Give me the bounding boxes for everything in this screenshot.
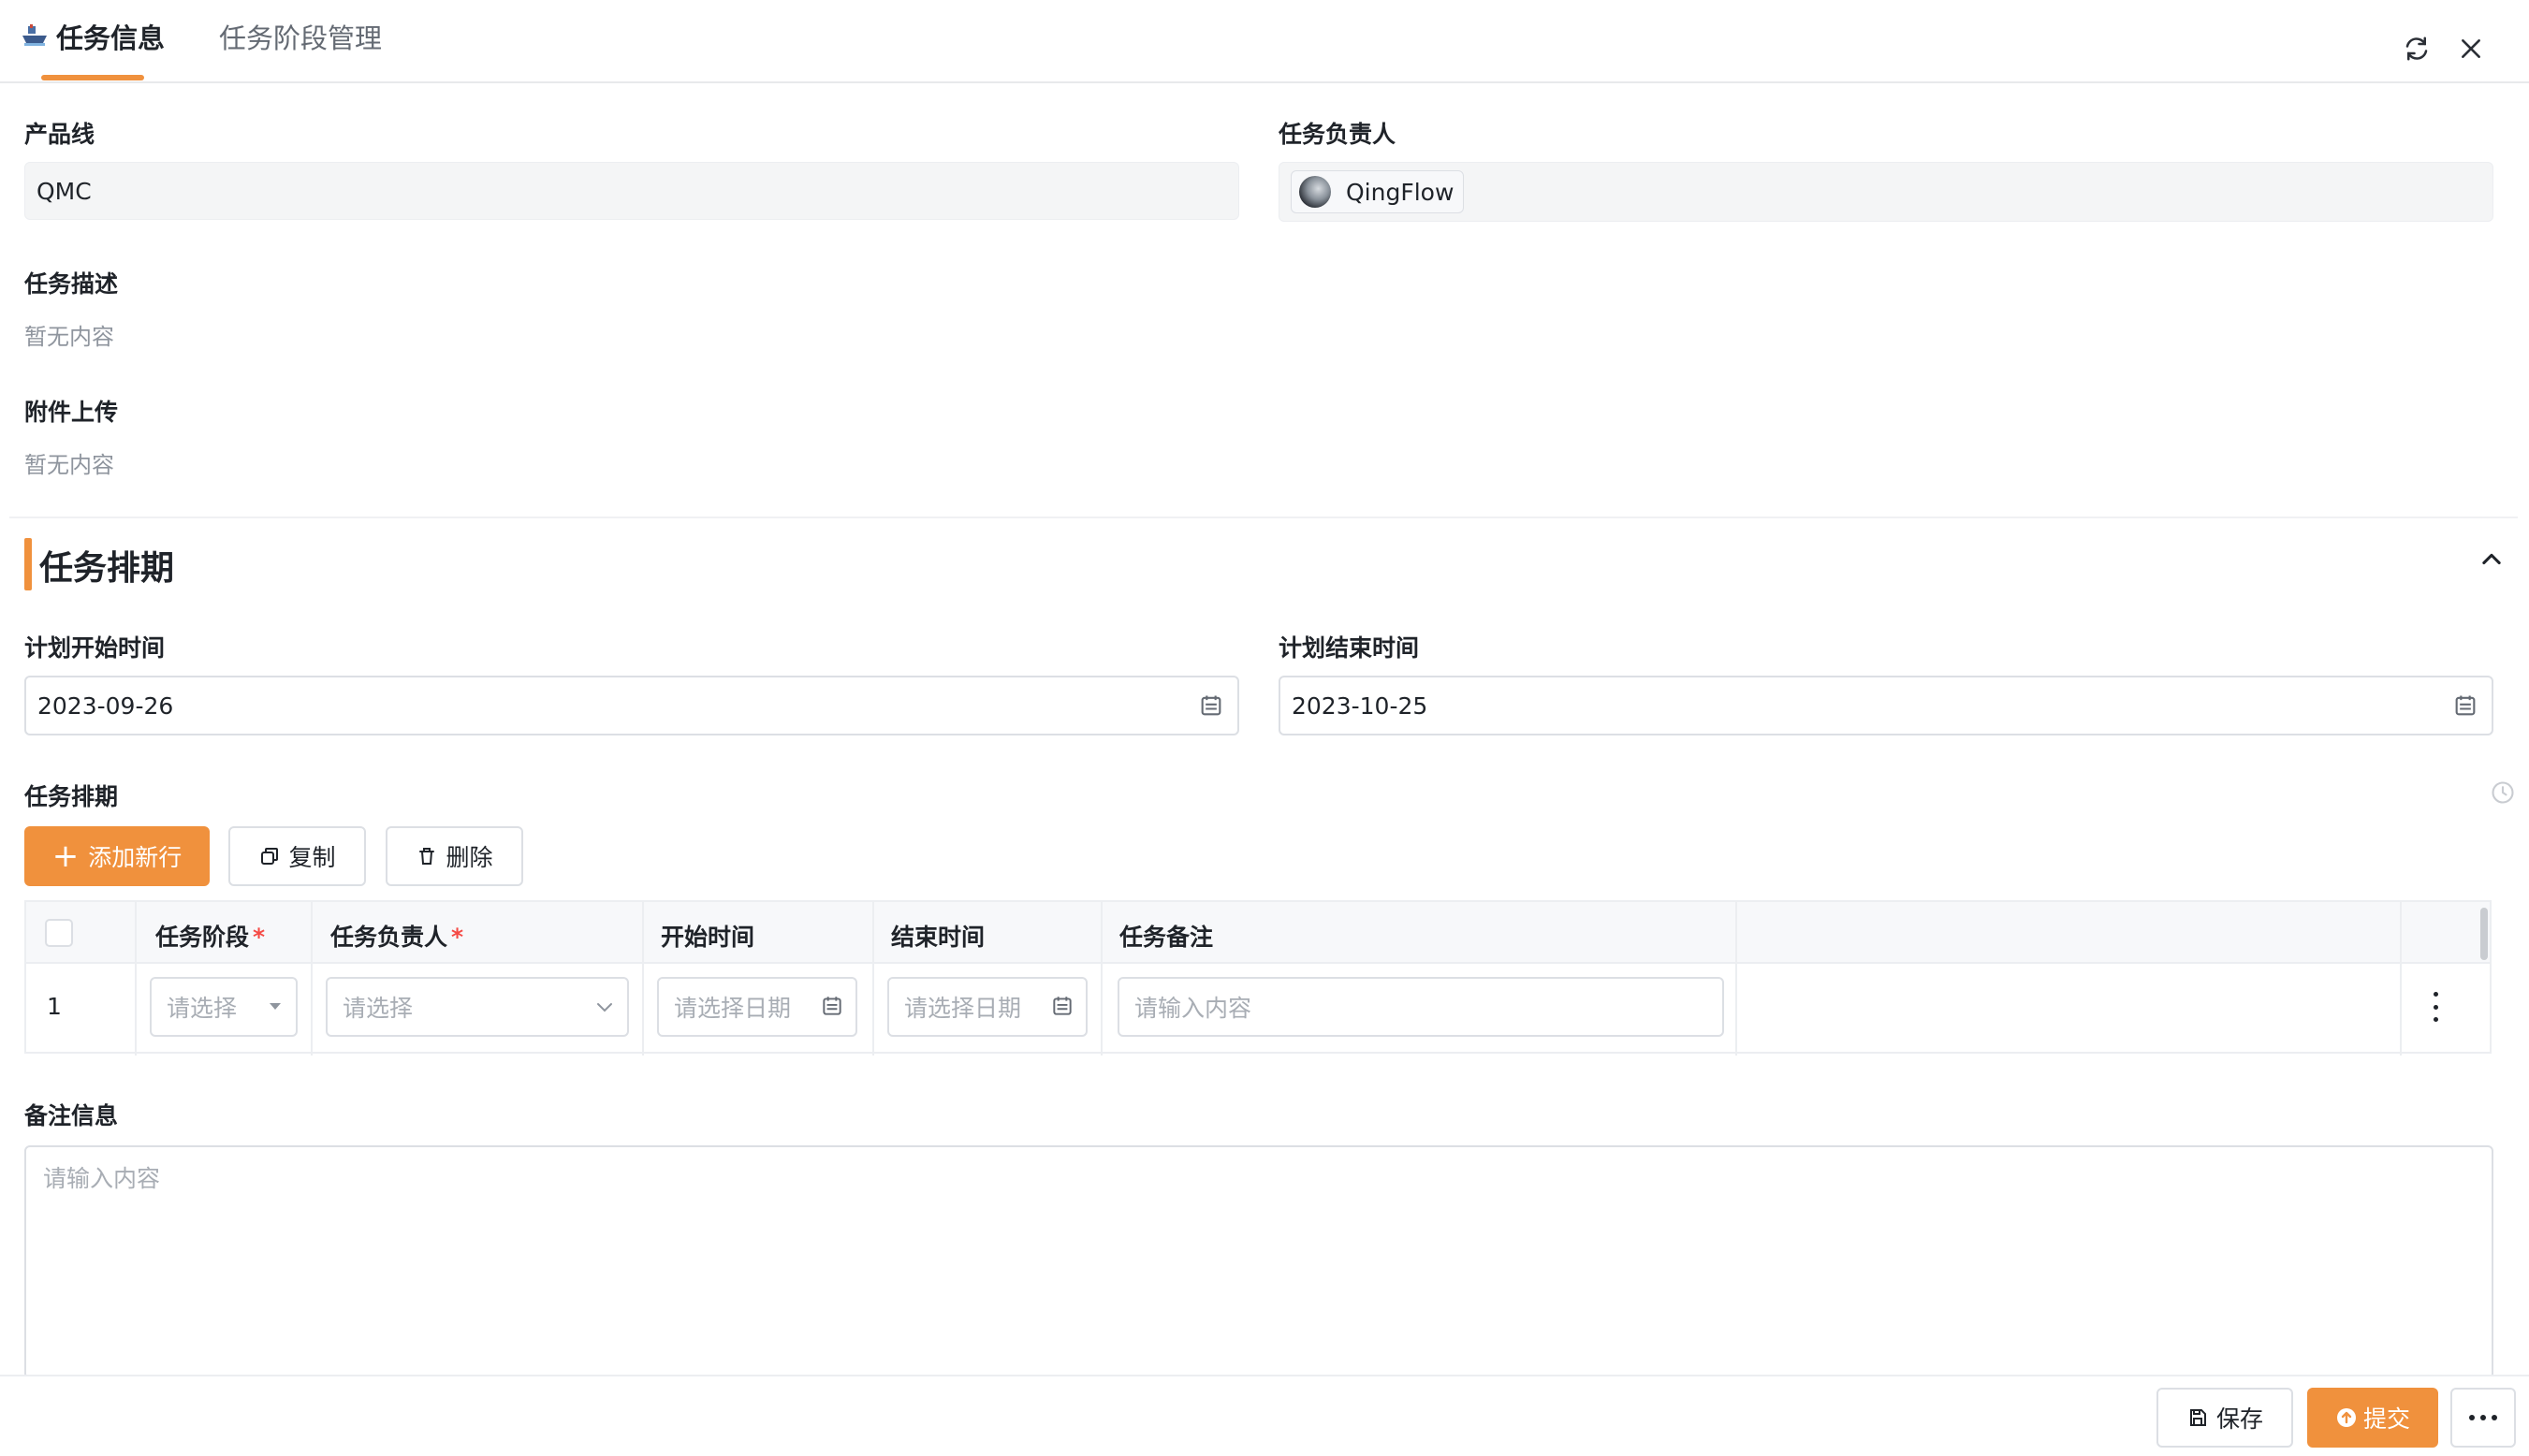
product-line-text: QMC xyxy=(37,177,92,205)
plan-start-label: 计划开始时间 xyxy=(24,634,166,662)
column-divider xyxy=(2400,902,2402,1056)
row-more-icon[interactable] xyxy=(2422,992,2449,1022)
end-placeholder: 请选择日期 xyxy=(904,995,1022,1022)
copy-button[interactable]: 复制 xyxy=(228,826,366,886)
delete-label: 删除 xyxy=(446,844,493,871)
copy-label: 复制 xyxy=(288,844,336,871)
column-divider xyxy=(872,902,874,1056)
calendar-icon xyxy=(2452,692,2478,724)
footer-bar: 保存 提交 xyxy=(0,1375,2529,1456)
start-placeholder: 请选择日期 xyxy=(674,995,792,1022)
add-row-label: 添加新行 xyxy=(88,844,183,871)
plan-start-value: 2023-09-26 xyxy=(37,692,174,720)
column-divider xyxy=(311,902,313,1056)
remark-label: 备注信息 xyxy=(24,1102,119,1129)
column-start: 开始时间 xyxy=(661,924,755,951)
remark-textarea[interactable]: 请输入内容 xyxy=(24,1145,2493,1379)
close-icon[interactable] xyxy=(2454,32,2488,66)
column-note: 任务备注 xyxy=(1119,924,1214,951)
stage-select[interactable]: 请选择 xyxy=(150,977,298,1037)
tab-bar: 任务信息 任务阶段管理 xyxy=(0,0,2529,83)
note-placeholder: 请输入内容 xyxy=(1134,995,1252,1022)
save-icon xyxy=(2186,1406,2209,1429)
plan-start-input[interactable]: 2023-09-26 xyxy=(24,676,1239,735)
more-button[interactable] xyxy=(2450,1388,2516,1448)
section-title: 任务排期 xyxy=(39,549,175,588)
more-icon xyxy=(2469,1415,2497,1420)
plus-icon: + xyxy=(51,837,80,875)
attachment-label: 附件上传 xyxy=(24,399,119,426)
tab-stage-management[interactable]: 任务阶段管理 xyxy=(219,17,382,56)
select-all-checkbox[interactable] xyxy=(45,919,73,947)
trash-icon xyxy=(416,845,438,867)
tab-task-info[interactable]: 任务信息 xyxy=(21,17,165,56)
copy-icon xyxy=(258,845,281,867)
owner-name: QingFlow xyxy=(1346,178,1455,206)
column-end: 结束时间 xyxy=(891,924,986,951)
delete-button[interactable]: 删除 xyxy=(386,826,523,886)
plan-end-input[interactable]: 2023-10-25 xyxy=(1279,676,2493,735)
save-label: 保存 xyxy=(2215,1405,2263,1433)
section-accent-bar xyxy=(24,538,32,590)
column-divider xyxy=(642,902,644,1056)
refresh-icon[interactable] xyxy=(2400,32,2434,66)
owner-select[interactable]: 请选择 xyxy=(326,977,629,1037)
column-label: 任务阶段 xyxy=(155,924,250,951)
section-divider xyxy=(9,517,2518,518)
end-date-picker[interactable]: 请选择日期 xyxy=(887,977,1088,1037)
description-label: 任务描述 xyxy=(24,270,119,298)
table-header: 任务阶段 * 任务负责人 * 开始时间 结束时间 任务备注 xyxy=(26,902,2490,964)
attachment-value: 暂无内容 xyxy=(24,452,114,478)
column-label: 任务负责人 xyxy=(330,924,448,951)
collapse-icon[interactable] xyxy=(2475,543,2508,576)
column-divider xyxy=(1101,902,1103,1056)
required-mark: * xyxy=(451,924,464,951)
owner-tag: QingFlow xyxy=(1291,170,1465,213)
submit-button[interactable]: 提交 xyxy=(2307,1388,2438,1448)
column-stage: 任务阶段 * xyxy=(155,919,265,953)
table-scrollbar[interactable] xyxy=(2480,908,2488,960)
calendar-icon xyxy=(1198,692,1224,724)
active-tab-indicator xyxy=(41,75,144,80)
owner-value: QingFlow xyxy=(1279,162,2493,222)
column-divider xyxy=(1735,902,1737,1056)
calendar-icon xyxy=(1050,994,1074,1024)
owner-label: 任务负责人 xyxy=(1279,121,1396,148)
start-date-picker[interactable]: 请选择日期 xyxy=(657,977,857,1037)
owner-placeholder: 请选择 xyxy=(343,995,414,1022)
description-value: 暂无内容 xyxy=(24,324,114,350)
note-input[interactable]: 请输入内容 xyxy=(1118,977,1724,1037)
product-line-value: QMC xyxy=(24,162,1239,220)
save-button[interactable]: 保存 xyxy=(2156,1388,2293,1448)
column-owner: 任务负责人 * xyxy=(330,919,463,953)
product-line-label: 产品线 xyxy=(24,121,95,148)
plan-end-value: 2023-10-25 xyxy=(1292,692,1428,720)
subtable-label: 任务排期 xyxy=(24,783,119,810)
upload-circle-icon xyxy=(2335,1406,2358,1429)
plan-end-label: 计划结束时间 xyxy=(1279,634,1420,662)
tab-label: 任务阶段管理 xyxy=(219,22,383,54)
caret-down-icon xyxy=(270,1003,281,1010)
calendar-icon xyxy=(820,994,844,1024)
schedule-table: 任务阶段 * 任务负责人 * 开始时间 结束时间 任务备注 1 请选择 请选择 请选… xyxy=(24,900,2492,1056)
submit-label: 提交 xyxy=(2362,1405,2410,1433)
history-icon[interactable] xyxy=(2490,779,2516,806)
chevron-down-icon xyxy=(593,996,616,1024)
add-row-button[interactable]: + 添加新行 xyxy=(24,826,210,886)
ship-icon xyxy=(21,22,49,51)
stage-placeholder: 请选择 xyxy=(167,995,238,1022)
row-index: 1 xyxy=(47,993,62,1020)
required-mark: * xyxy=(253,924,266,951)
tab-label: 任务信息 xyxy=(56,22,166,54)
avatar xyxy=(1299,176,1331,208)
remark-placeholder: 请输入内容 xyxy=(43,1165,161,1192)
column-divider xyxy=(135,902,137,1056)
